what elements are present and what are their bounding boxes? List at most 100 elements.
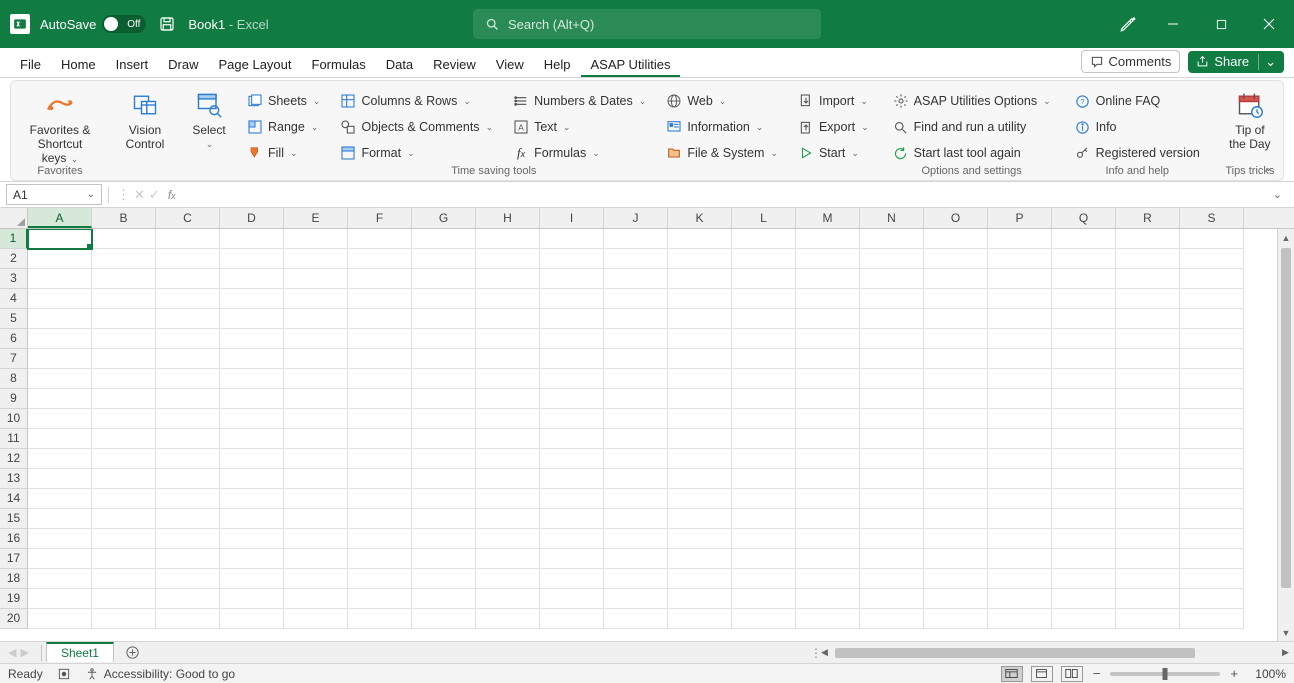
cell[interactable] [284, 609, 348, 629]
cell[interactable] [988, 369, 1052, 389]
cell[interactable] [540, 449, 604, 469]
cell[interactable] [412, 429, 476, 449]
cell[interactable] [28, 549, 92, 569]
cell[interactable] [284, 469, 348, 489]
save-icon[interactable] [158, 15, 176, 33]
cell[interactable] [796, 609, 860, 629]
cell[interactable] [92, 289, 156, 309]
row-header[interactable]: 8 [0, 369, 28, 389]
cell[interactable] [668, 509, 732, 529]
cell[interactable] [540, 369, 604, 389]
cell[interactable] [156, 289, 220, 309]
cell[interactable] [796, 309, 860, 329]
cell[interactable] [540, 489, 604, 509]
cell[interactable] [796, 389, 860, 409]
cell[interactable] [1116, 549, 1180, 569]
cell[interactable] [156, 509, 220, 529]
scroll-up-button[interactable]: ▲ [1278, 229, 1294, 246]
cell[interactable] [1052, 489, 1116, 509]
cell[interactable] [604, 489, 668, 509]
cell[interactable] [1180, 429, 1244, 449]
cell[interactable] [156, 449, 220, 469]
cell[interactable] [1180, 289, 1244, 309]
cell[interactable] [732, 249, 796, 269]
tab-draw[interactable]: Draw [158, 52, 208, 77]
page-layout-view-button[interactable] [1031, 666, 1053, 682]
cell[interactable] [156, 549, 220, 569]
cell[interactable] [1116, 289, 1180, 309]
tab-file[interactable]: File [10, 52, 51, 77]
cell[interactable] [476, 269, 540, 289]
cell[interactable] [668, 609, 732, 629]
share-button[interactable]: Share ⌄ [1188, 51, 1284, 73]
cell[interactable] [28, 289, 92, 309]
cell[interactable] [348, 249, 412, 269]
cell[interactable] [412, 529, 476, 549]
tab-review[interactable]: Review [423, 52, 486, 77]
cell[interactable] [796, 469, 860, 489]
cell[interactable] [412, 409, 476, 429]
cell[interactable] [1180, 609, 1244, 629]
cell[interactable] [796, 369, 860, 389]
cell[interactable] [604, 249, 668, 269]
export-button[interactable]: Export⌄ [794, 115, 873, 139]
zoom-out-button[interactable]: − [1091, 666, 1103, 681]
row-header[interactable]: 18 [0, 569, 28, 589]
cell[interactable] [668, 389, 732, 409]
cell[interactable] [1052, 369, 1116, 389]
cell[interactable] [1180, 529, 1244, 549]
cell[interactable] [732, 309, 796, 329]
cell[interactable] [1116, 309, 1180, 329]
cell[interactable] [476, 349, 540, 369]
cell[interactable] [28, 489, 92, 509]
cell[interactable] [348, 549, 412, 569]
ribbon-collapse-button[interactable]: ⌄ [1260, 159, 1277, 176]
cell[interactable] [476, 489, 540, 509]
row-header[interactable]: 15 [0, 509, 28, 529]
cell[interactable] [92, 369, 156, 389]
cell[interactable] [668, 349, 732, 369]
cell[interactable] [988, 389, 1052, 409]
scrollbar-split-handle[interactable]: ⋮ [804, 646, 816, 660]
cell[interactable] [860, 389, 924, 409]
cell[interactable] [28, 589, 92, 609]
cell[interactable] [732, 449, 796, 469]
cell[interactable] [860, 429, 924, 449]
cell[interactable] [796, 529, 860, 549]
cell[interactable] [156, 329, 220, 349]
cell[interactable] [220, 409, 284, 429]
columns-rows-button[interactable]: Columns & Rows⌄ [336, 89, 497, 113]
cell[interactable] [1116, 589, 1180, 609]
cell[interactable] [476, 469, 540, 489]
cell[interactable] [28, 409, 92, 429]
cell[interactable] [28, 469, 92, 489]
cell[interactable] [284, 369, 348, 389]
cell[interactable] [796, 289, 860, 309]
cell[interactable] [1116, 469, 1180, 489]
column-header[interactable]: K [668, 208, 732, 228]
select-button[interactable]: Select⌄ [179, 85, 239, 153]
cell[interactable] [476, 449, 540, 469]
scroll-right-button[interactable]: ▶ [1277, 647, 1294, 658]
cell[interactable] [92, 389, 156, 409]
online-faq-button[interactable]: ?Online FAQ [1071, 89, 1204, 113]
cell[interactable] [1052, 529, 1116, 549]
cell[interactable] [1052, 549, 1116, 569]
scroll-thumb[interactable] [1281, 248, 1291, 588]
cell[interactable] [412, 449, 476, 469]
cell[interactable] [1052, 389, 1116, 409]
cell[interactable] [924, 589, 988, 609]
cell[interactable] [28, 429, 92, 449]
cell[interactable] [732, 509, 796, 529]
cell[interactable] [540, 469, 604, 489]
cell[interactable] [1116, 229, 1180, 249]
cell[interactable] [220, 349, 284, 369]
cell[interactable] [92, 309, 156, 329]
cell[interactable] [412, 289, 476, 309]
cell[interactable] [988, 329, 1052, 349]
column-header[interactable]: C [156, 208, 220, 228]
cell[interactable] [924, 289, 988, 309]
cell[interactable] [92, 509, 156, 529]
cell[interactable] [284, 569, 348, 589]
cell[interactable] [924, 429, 988, 449]
